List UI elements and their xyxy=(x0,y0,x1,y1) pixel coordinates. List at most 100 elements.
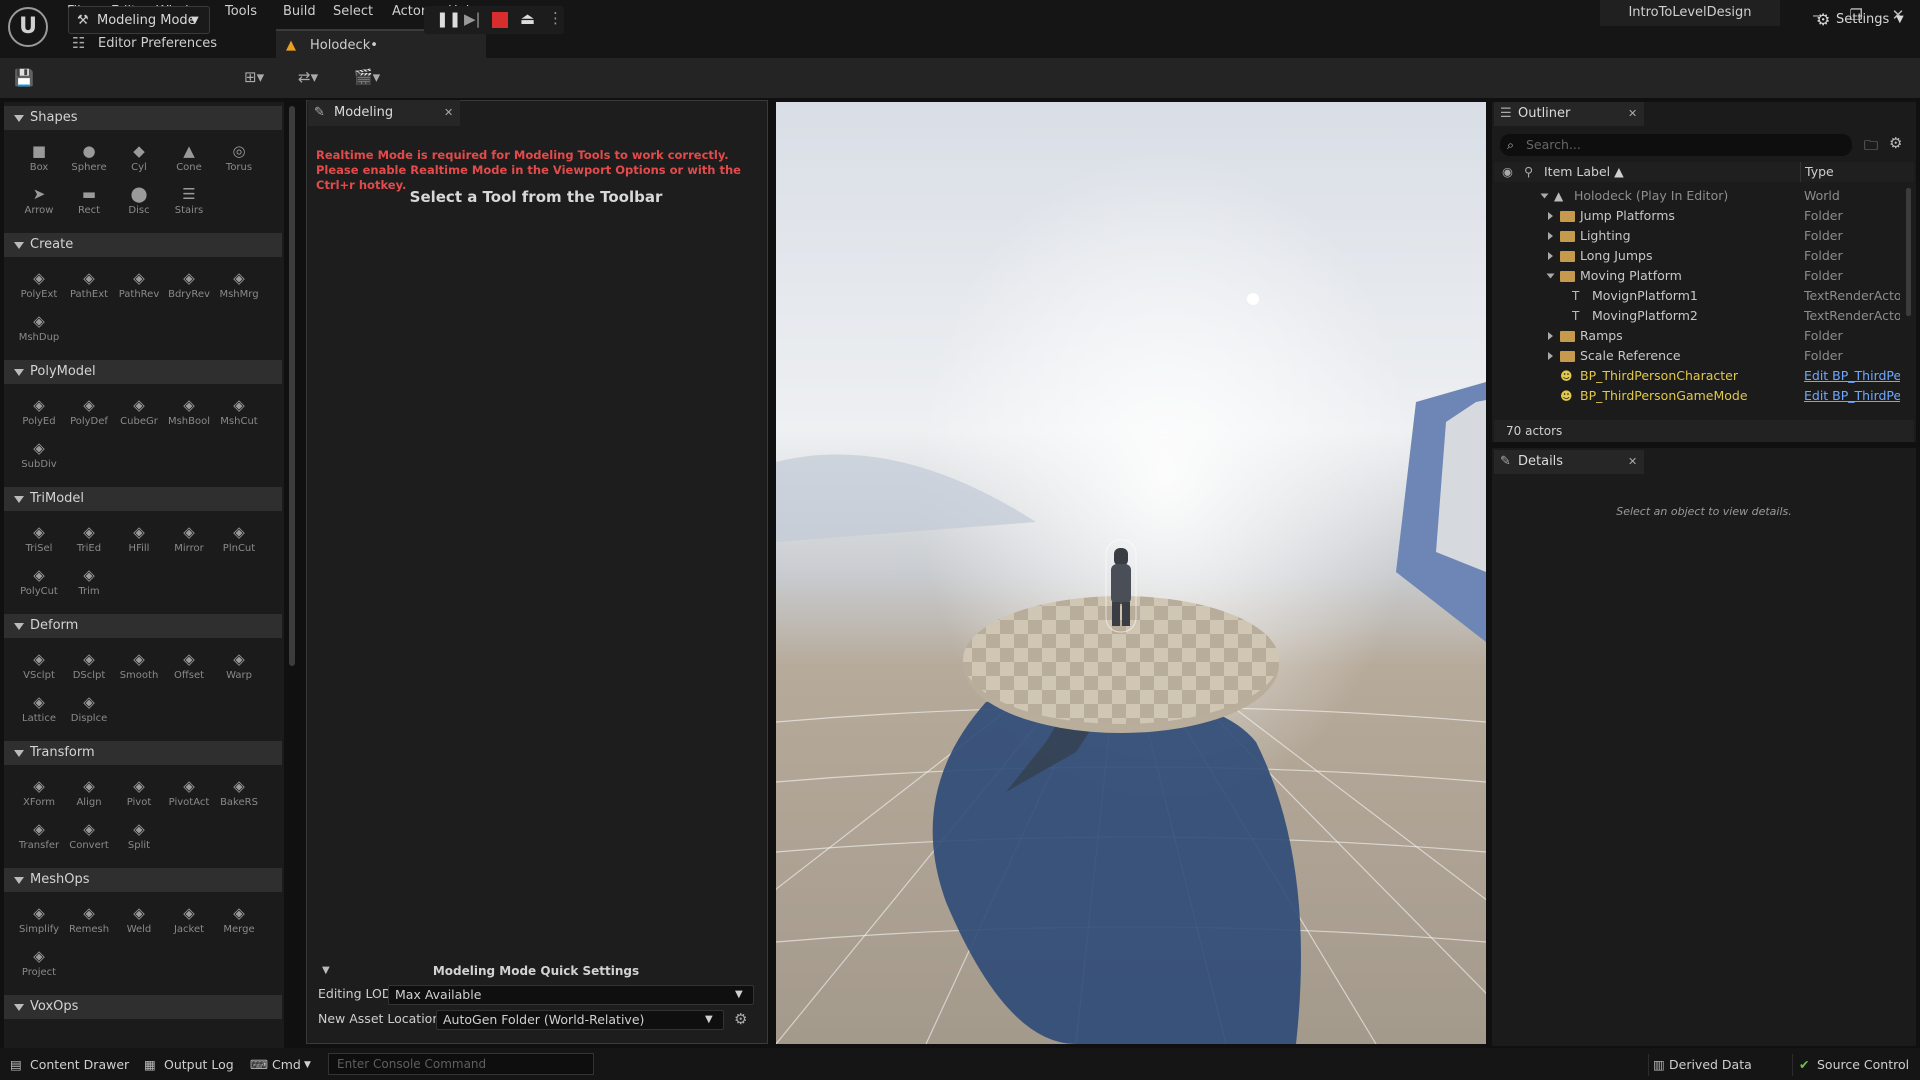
content-drawer-button[interactable]: ▤ Content Drawer xyxy=(10,1054,129,1076)
category-deform[interactable]: Deform xyxy=(4,614,282,638)
close-icon[interactable]: ✕ xyxy=(1628,450,1637,474)
add-content-icon[interactable]: ⊞▾ xyxy=(244,68,280,88)
tool-arrow[interactable]: ➤ Arrow xyxy=(14,185,64,227)
tool-weld[interactable]: ◈ Weld xyxy=(114,904,164,946)
category-transform[interactable]: Transform xyxy=(4,741,282,765)
tool-bdryrev[interactable]: ◈ BdryRev xyxy=(164,269,214,311)
outliner-row[interactable]: ▲ Holodeck (Play In Editor) World xyxy=(1494,186,1898,206)
tool-stairs[interactable]: ☰ Stairs xyxy=(164,185,214,227)
add-folder-icon[interactable]: 🗀 xyxy=(1864,135,1878,159)
tool-cyl[interactable]: ◆ Cyl xyxy=(114,142,164,184)
pause-icon[interactable]: ❚❚ xyxy=(436,10,461,28)
tool-project[interactable]: ◈ Project xyxy=(14,947,64,989)
menu-actor[interactable]: Actor xyxy=(392,0,426,24)
tool-sphere[interactable]: ● Sphere xyxy=(64,142,114,184)
edit-blueprint-link[interactable]: Edit BP_ThirdPersonGameMode xyxy=(1804,386,1900,406)
tool-simplify[interactable]: ◈ Simplify xyxy=(14,904,64,946)
more-options-icon[interactable]: ⋮ xyxy=(548,9,563,27)
tool-displce[interactable]: ◈ Displce xyxy=(64,693,114,735)
cinematics-icon[interactable]: 🎬▾ xyxy=(354,68,394,88)
column-type[interactable]: Type xyxy=(1800,162,1834,182)
category-polymodel[interactable]: PolyModel xyxy=(4,360,282,384)
tool-convert[interactable]: ◈ Convert xyxy=(64,820,114,862)
palette-scrollbar[interactable] xyxy=(289,106,295,666)
tool-trim[interactable]: ◈ Trim xyxy=(64,566,114,608)
tool-pathrev[interactable]: ◈ PathRev xyxy=(114,269,164,311)
outliner-row[interactable]: T MovignPlatform1 TextRenderActor xyxy=(1494,286,1900,306)
eject-icon[interactable]: ⏏ xyxy=(520,9,535,28)
tool-disc[interactable]: ⬤ Disc xyxy=(114,185,164,227)
tool-xform[interactable]: ◈ XForm xyxy=(14,777,64,819)
tool-split[interactable]: ◈ Split xyxy=(114,820,164,862)
outliner-row[interactable]: Ramps Folder xyxy=(1494,326,1898,346)
blueprint-menu-icon[interactable]: ⇄▾ xyxy=(298,68,338,88)
level-viewport[interactable] xyxy=(776,102,1486,1044)
outliner-row[interactable]: ☻ BP_ThirdPersonGameMode Edit BP_ThirdPers… xyxy=(1494,386,1900,406)
visibility-eye-icon[interactable]: ◉ xyxy=(1502,162,1513,182)
tool-remesh[interactable]: ◈ Remesh xyxy=(64,904,114,946)
menu-build[interactable]: Build xyxy=(283,0,316,24)
close-icon[interactable]: ✕ xyxy=(444,100,453,126)
collapsed-arrow-icon[interactable] xyxy=(1548,352,1553,360)
output-log-button[interactable]: ▦ Output Log xyxy=(144,1054,234,1076)
tool-subdiv[interactable]: ◈ SubDiv xyxy=(14,439,64,481)
console-command-input[interactable]: Enter Console Command xyxy=(328,1053,594,1075)
tool-pivot[interactable]: ◈ Pivot xyxy=(114,777,164,819)
tool-mirror[interactable]: ◈ Mirror xyxy=(164,523,214,565)
source-control-button[interactable]: ✔ Source Control xyxy=(1792,1054,1909,1076)
outliner-row[interactable]: ☻ BP_ThirdPersonCharacter Edit BP_ThirdPer… xyxy=(1494,366,1900,386)
editing-lod-select[interactable]: Max Available ▼ xyxy=(388,985,754,1005)
tool-merge[interactable]: ◈ Merge xyxy=(214,904,264,946)
tool-mshdup[interactable]: ◈ MshDup xyxy=(14,312,64,354)
cmd-dropdown[interactable]: ⌨ Cmd ▼ xyxy=(250,1054,316,1076)
collapsed-arrow-icon[interactable] xyxy=(1548,332,1553,340)
menu-select[interactable]: Select xyxy=(333,0,373,24)
category-create[interactable]: Create xyxy=(4,233,282,257)
tool-pivotact[interactable]: ◈ PivotAct xyxy=(164,777,214,819)
collapsed-arrow-icon[interactable] xyxy=(1548,232,1553,240)
tool-polycut[interactable]: ◈ PolyCut xyxy=(14,566,64,608)
outliner-row[interactable]: Jump Platforms Folder xyxy=(1494,206,1898,226)
tool-bakers[interactable]: ◈ BakeRS xyxy=(214,777,264,819)
mode-dropdown[interactable]: ⚒ Modeling Mode ▼ xyxy=(68,6,210,34)
menu-tools[interactable]: Tools xyxy=(225,0,257,24)
tool-tried[interactable]: ◈ TriEd xyxy=(64,523,114,565)
tool-transfer[interactable]: ◈ Transfer xyxy=(14,820,64,862)
tool-mshmrg[interactable]: ◈ MshMrg xyxy=(214,269,264,311)
tool-box[interactable]: ■ Box xyxy=(14,142,64,184)
gear-icon[interactable]: ⚙ xyxy=(734,1010,747,1028)
tool-hfill[interactable]: ◈ HFill xyxy=(114,523,164,565)
outliner-search-input[interactable]: ⌕ Search... xyxy=(1500,134,1852,156)
tool-polyed[interactable]: ◈ PolyEd xyxy=(14,396,64,438)
tool-smooth[interactable]: ◈ Smooth xyxy=(114,650,164,692)
tool-jacket[interactable]: ◈ Jacket xyxy=(164,904,214,946)
column-item-label[interactable]: Item Label ▲ xyxy=(1544,162,1624,182)
tool-offset[interactable]: ◈ Offset xyxy=(164,650,214,692)
gear-icon[interactable]: ⚙ xyxy=(1889,134,1902,152)
tool-cone[interactable]: ▲ Cone xyxy=(164,142,214,184)
pin-icon[interactable]: ⚲ xyxy=(1524,162,1533,182)
expanded-arrow-icon[interactable] xyxy=(1540,193,1549,199)
tab-modeling[interactable]: ✎ Modeling ✕ xyxy=(308,100,460,126)
category-meshops[interactable]: MeshOps xyxy=(4,868,282,892)
outliner-row[interactable]: Moving Platform Folder xyxy=(1494,266,1898,286)
category-voxops[interactable]: VoxOps xyxy=(4,995,282,1019)
tab-details[interactable]: ✎ Details ✕ xyxy=(1494,450,1644,474)
edit-blueprint-link[interactable]: Edit BP_ThirdPersonCharacter xyxy=(1804,366,1900,386)
outliner-row[interactable]: Long Jumps Folder xyxy=(1494,246,1898,266)
tool-mshbool[interactable]: ◈ MshBool xyxy=(164,396,214,438)
tool-cubegr[interactable]: ◈ CubeGr xyxy=(114,396,164,438)
tool-align[interactable]: ◈ Align xyxy=(64,777,114,819)
tool-mshcut[interactable]: ◈ MshCut xyxy=(214,396,264,438)
stop-icon[interactable] xyxy=(492,12,508,28)
tool-vsclpt[interactable]: ◈ VSclpt xyxy=(14,650,64,692)
expanded-arrow-icon[interactable] xyxy=(1546,273,1555,279)
collapsed-arrow-icon[interactable] xyxy=(1548,212,1553,220)
tool-rect[interactable]: ▬ Rect xyxy=(64,185,114,227)
unreal-logo-icon[interactable]: U xyxy=(8,7,48,47)
tool-trisel[interactable]: ◈ TriSel xyxy=(14,523,64,565)
tool-lattice[interactable]: ◈ Lattice xyxy=(14,693,64,735)
outliner-row[interactable]: Lighting Folder xyxy=(1494,226,1898,246)
tool-torus[interactable]: ◎ Torus xyxy=(214,142,264,184)
save-icon[interactable]: 💾 xyxy=(14,68,36,88)
